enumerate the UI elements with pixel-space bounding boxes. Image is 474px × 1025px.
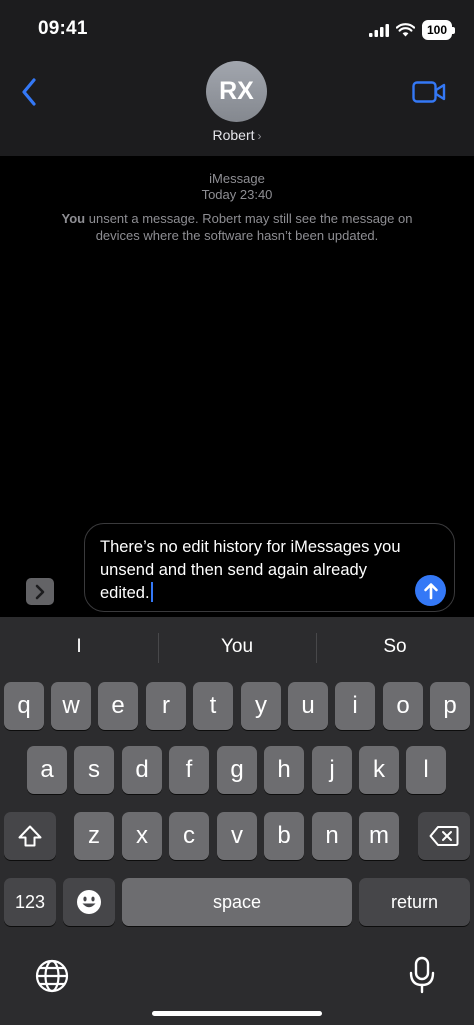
keyboard-switch-button[interactable]	[34, 958, 70, 994]
return-key[interactable]: return	[359, 878, 470, 926]
key-a[interactable]: a	[27, 746, 67, 794]
prediction-3[interactable]: So	[316, 617, 474, 677]
key-i[interactable]: i	[335, 682, 375, 730]
key-z[interactable]: z	[74, 812, 114, 860]
service-label: iMessage	[209, 171, 265, 186]
message-input[interactable]: There’s no edit history for iMessages yo…	[84, 523, 455, 612]
status-icons: 100	[368, 20, 456, 40]
key-c[interactable]: c	[169, 812, 209, 860]
delete-backspace-icon	[429, 826, 459, 846]
battery-indicator: 100	[421, 20, 456, 40]
home-indicator[interactable]	[152, 1011, 322, 1016]
emoji-key[interactable]	[63, 878, 115, 926]
battery-level: 100	[426, 23, 447, 37]
key-d[interactable]: d	[122, 746, 162, 794]
prediction-2[interactable]: You	[158, 617, 316, 677]
key-p[interactable]: p	[430, 682, 470, 730]
contact-name-label: Robert	[212, 127, 255, 143]
prediction-1[interactable]: I	[0, 617, 158, 677]
key-r[interactable]: r	[146, 682, 186, 730]
conversation-header: 09:41 100 RX Robert ›	[0, 0, 474, 156]
key-f[interactable]: f	[169, 746, 209, 794]
key-s[interactable]: s	[74, 746, 114, 794]
message-input-text[interactable]: There’s no edit history for iMessages yo…	[100, 536, 410, 605]
unsent-notice-text: unsent a message. Robert may still see t…	[85, 211, 413, 243]
delete-key[interactable]	[418, 812, 470, 860]
video-camera-icon	[412, 81, 446, 103]
unsent-notice-you: You	[61, 211, 86, 226]
key-k[interactable]: k	[359, 746, 399, 794]
facetime-video-button[interactable]	[412, 80, 446, 104]
conversation-area[interactable]: iMessage Today 23:40 You unsent a messag…	[0, 156, 474, 520]
back-button[interactable]	[14, 74, 44, 110]
arrow-up-icon	[423, 582, 438, 599]
key-n[interactable]: n	[312, 812, 352, 860]
wifi-icon	[395, 23, 415, 37]
predictive-bar: I You So	[0, 617, 474, 677]
key-w[interactable]: w	[51, 682, 91, 730]
send-button[interactable]	[415, 575, 446, 606]
dictation-button[interactable]	[408, 956, 436, 994]
space-key[interactable]: space	[122, 878, 352, 926]
key-q[interactable]: q	[4, 682, 44, 730]
shift-icon	[18, 825, 42, 847]
message-draft: There’s no edit history for iMessages yo…	[100, 538, 401, 602]
contact-avatar[interactable]: RX	[206, 61, 267, 122]
status-time: 09:41	[38, 18, 88, 39]
key-j[interactable]: j	[312, 746, 352, 794]
text-cursor	[150, 582, 153, 602]
globe-icon	[35, 959, 69, 993]
key-l[interactable]: l	[406, 746, 446, 794]
chevron-right-icon	[35, 584, 45, 599]
avatar-initials: RX	[219, 77, 254, 105]
key-h[interactable]: h	[264, 746, 304, 794]
message-timestamp: Today 23:40	[201, 187, 273, 202]
cellular-signal-icon	[368, 23, 389, 37]
key-u[interactable]: u	[288, 682, 328, 730]
chevron-right-icon: ›	[257, 129, 262, 143]
shift-key[interactable]	[4, 812, 56, 860]
key-v[interactable]: v	[217, 812, 257, 860]
key-x[interactable]: x	[122, 812, 162, 860]
contact-name[interactable]: Robert ›	[0, 127, 474, 143]
key-e[interactable]: e	[98, 682, 138, 730]
emoji-icon	[77, 890, 101, 914]
key-o[interactable]: o	[383, 682, 423, 730]
key-m[interactable]: m	[359, 812, 399, 860]
key-y[interactable]: y	[241, 682, 281, 730]
unsent-notice: You unsent a message. Robert may still s…	[40, 210, 434, 244]
key-b[interactable]: b	[264, 812, 304, 860]
numbers-key[interactable]: 123	[4, 878, 56, 926]
key-t[interactable]: t	[193, 682, 233, 730]
app-drawer-button[interactable]	[26, 578, 54, 605]
microphone-icon	[409, 956, 435, 994]
chevron-left-icon	[22, 78, 36, 106]
key-g[interactable]: g	[217, 746, 257, 794]
